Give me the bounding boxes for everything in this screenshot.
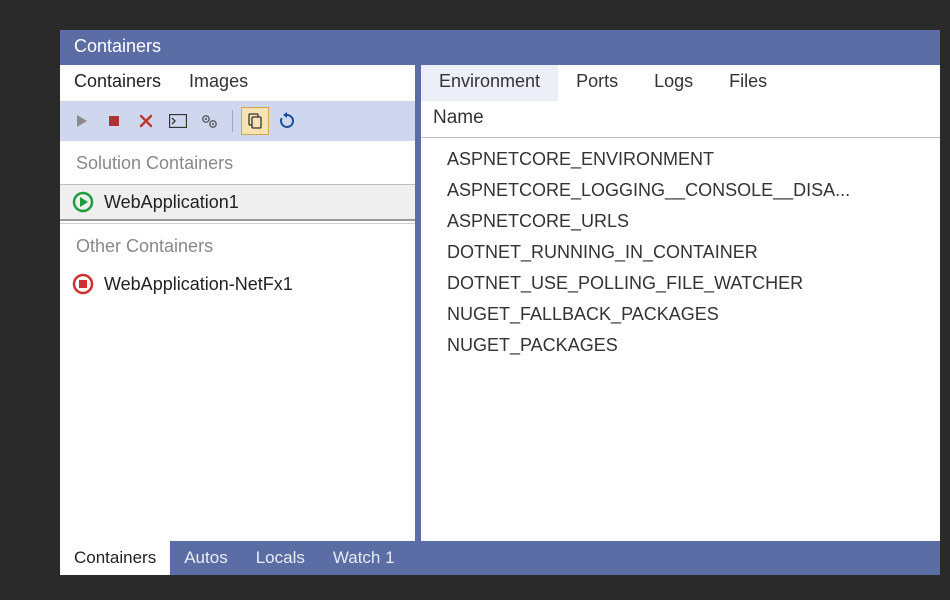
toolbar-separator bbox=[232, 110, 233, 132]
bottom-tab-locals[interactable]: Locals bbox=[242, 541, 319, 575]
window-title: Containers bbox=[60, 30, 940, 65]
bottom-tabstrip: Containers Autos Locals Watch 1 bbox=[60, 541, 940, 575]
container-list: Solution Containers WebApplication1 Othe… bbox=[60, 141, 415, 541]
delete-button[interactable] bbox=[132, 107, 160, 135]
terminal-icon bbox=[169, 114, 187, 128]
env-row[interactable]: ASPNETCORE_LOGGING__CONSOLE__DISA... bbox=[447, 175, 940, 206]
tab-images[interactable]: Images bbox=[175, 65, 262, 101]
bottom-tab-watch1[interactable]: Watch 1 bbox=[319, 541, 409, 575]
tab-containers[interactable]: Containers bbox=[60, 65, 175, 101]
stop-circle-icon bbox=[72, 273, 94, 295]
x-icon bbox=[138, 113, 154, 129]
env-row[interactable]: ASPNETCORE_URLS bbox=[447, 206, 940, 237]
stop-icon bbox=[107, 114, 121, 128]
container-item-webapplication-netfx1[interactable]: WebApplication-NetFx1 bbox=[60, 267, 415, 302]
body-area: Containers Images bbox=[60, 65, 940, 541]
env-row[interactable]: NUGET_PACKAGES bbox=[447, 330, 940, 361]
section-other-containers: Other Containers bbox=[60, 224, 415, 267]
settings-button[interactable] bbox=[196, 107, 224, 135]
right-tabstrip: Environment Ports Logs Files bbox=[421, 65, 940, 101]
refresh-button[interactable] bbox=[273, 107, 301, 135]
left-tabstrip: Containers Images bbox=[60, 65, 415, 101]
tab-environment[interactable]: Environment bbox=[421, 65, 558, 101]
stop-button[interactable] bbox=[100, 107, 128, 135]
bottom-tab-containers[interactable]: Containers bbox=[60, 541, 170, 575]
env-row[interactable]: DOTNET_RUNNING_IN_CONTAINER bbox=[447, 237, 940, 268]
section-solution-containers: Solution Containers bbox=[60, 141, 415, 184]
container-item-webapplication1[interactable]: WebApplication1 bbox=[60, 184, 415, 221]
play-circle-icon bbox=[72, 191, 94, 213]
env-column-header-name[interactable]: Name bbox=[421, 101, 940, 138]
copy-button[interactable] bbox=[241, 107, 269, 135]
tab-logs[interactable]: Logs bbox=[636, 65, 711, 101]
env-row[interactable]: ASPNETCORE_ENVIRONMENT bbox=[447, 144, 940, 175]
left-pane: Containers Images bbox=[60, 65, 415, 541]
bottom-tab-autos[interactable]: Autos bbox=[170, 541, 241, 575]
env-row[interactable]: DOTNET_USE_POLLING_FILE_WATCHER bbox=[447, 268, 940, 299]
copy-icon bbox=[246, 112, 264, 130]
tab-files[interactable]: Files bbox=[711, 65, 785, 101]
left-toolbar bbox=[60, 101, 415, 141]
env-row[interactable]: NUGET_FALLBACK_PACKAGES bbox=[447, 299, 940, 330]
start-button[interactable] bbox=[68, 107, 96, 135]
terminal-button[interactable] bbox=[164, 107, 192, 135]
containers-tool-window: Containers Containers Images bbox=[60, 30, 940, 575]
container-item-label: WebApplication1 bbox=[104, 192, 239, 213]
right-pane: Environment Ports Logs Files Name ASPNET… bbox=[421, 65, 940, 541]
play-icon bbox=[75, 114, 89, 128]
refresh-icon bbox=[278, 112, 296, 130]
tab-ports[interactable]: Ports bbox=[558, 65, 636, 101]
gears-icon bbox=[201, 113, 219, 129]
container-item-label: WebApplication-NetFx1 bbox=[104, 274, 293, 295]
env-grid: ASPNETCORE_ENVIRONMENT ASPNETCORE_LOGGIN… bbox=[421, 138, 940, 541]
